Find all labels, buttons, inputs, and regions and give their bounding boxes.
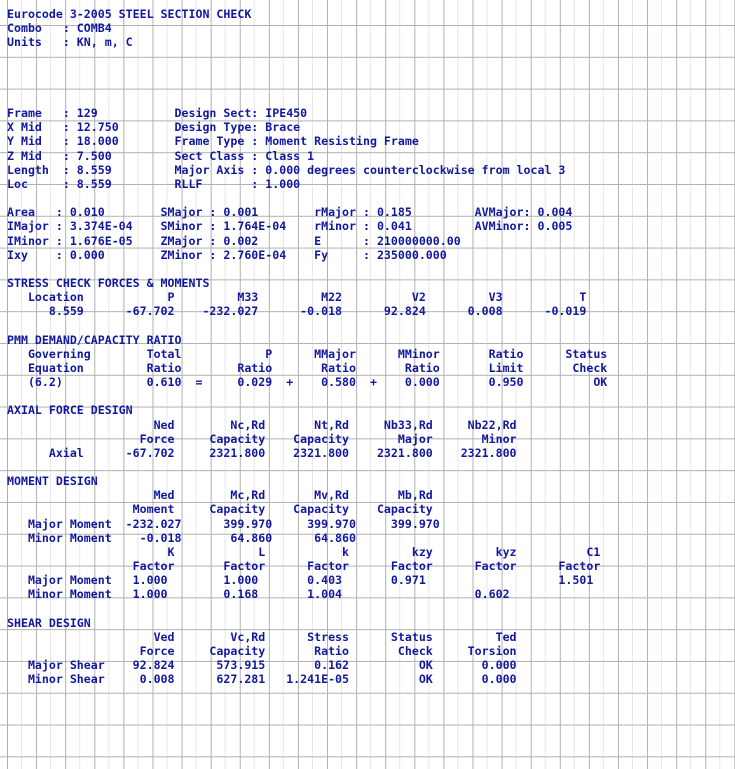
report-line: IMinor : 1.676E-05 ZMajor : 0.002 E : 21… — [7, 233, 461, 248]
report-line: Med Mc,Rd Mv,Rd Mb,Rd — [7, 488, 433, 503]
steel-design-report-sheet: Eurocode 3-2005 STEEL SECTION CHECK Combo… — [0, 0, 735, 769]
report-line — [7, 389, 735, 403]
report-line: Force Capacity Ratio Check Torsion — [7, 644, 517, 659]
report-line: Ned Nc,Rd Nt,Rd Nb33,Rd Nb22,Rd — [7, 417, 517, 432]
report-line — [7, 460, 735, 474]
report-line: Length : 8.559 Major Axis : 0.000 degree… — [7, 162, 566, 177]
report-line: STRESS CHECK FORCES & MOMENTS — [7, 275, 210, 290]
report-line: Axial -67.702 2321.800 2321.800 2321.800… — [7, 445, 517, 460]
report-line: IMajor : 3.374E-04 SMinor : 1.764E-04 rM… — [7, 219, 573, 234]
report-line — [7, 602, 735, 616]
report-line: Combo : COMB4 — [7, 21, 112, 36]
report-line — [7, 49, 735, 63]
report-line: Force Capacity Capacity Major Minor — [7, 431, 517, 446]
report-line: Location P M33 M22 V2 V3 T — [7, 290, 587, 305]
report-line: Ved Vc,Rd Stress Status Ted — [7, 629, 517, 644]
report-line: Minor Shear 0.008 627.281 1.241E-05 OK 0… — [7, 672, 517, 687]
report-line: Z Mid : 7.500 Sect Class : Class 1 — [7, 148, 315, 163]
report-line: X Mid : 12.750 Design Type: Brace — [7, 120, 301, 135]
report-line: K L k kzy kyz C1 — [7, 544, 601, 559]
report-line: Area : 0.010 SMajor : 0.001 rMajor : 0.1… — [7, 205, 573, 220]
report-line: Y Mid : 18.000 Frame Type : Moment Resis… — [7, 134, 419, 149]
report-line — [7, 262, 735, 276]
report-line: Major Moment 1.000 1.000 0.403 0.971 1.5… — [7, 573, 594, 588]
report-line: Major Moment -232.027 399.970 399.970 39… — [7, 516, 440, 531]
report-line: Eurocode 3-2005 STEEL SECTION CHECK — [7, 7, 252, 21]
report-line — [7, 191, 735, 205]
report-line — [7, 78, 735, 92]
report-line: Frame : 129 Design Sect: IPE450 — [7, 106, 308, 121]
report-text-body: Eurocode 3-2005 STEEL SECTION CHECK Combo… — [0, 0, 735, 687]
report-line: PMM DEMAND/CAPACITY RATIO — [7, 332, 182, 347]
report-line: Factor Factor Factor Factor Factor Facto… — [7, 559, 601, 574]
report-line — [7, 92, 735, 106]
report-line: Minor Moment -0.018 64.860 64.860 — [7, 530, 357, 545]
report-line: SHEAR DESIGN — [7, 615, 91, 630]
report-line: Minor Moment 1.000 0.168 1.004 0.602 — [7, 587, 510, 602]
report-line — [7, 318, 735, 332]
report-line: Ixy : 0.000 ZMinor : 2.760E-04 Fy : 2350… — [7, 247, 447, 262]
report-line: Units : KN, m, C — [7, 35, 133, 50]
report-line: Loc : 8.559 RLLF : 1.000 — [7, 176, 301, 191]
report-line: Major Shear 92.824 573.915 0.162 OK 0.00… — [7, 658, 517, 673]
report-line: (6.2) 0.610 = 0.029 + 0.580 + 0.000 0.95… — [7, 375, 608, 390]
report-line — [7, 64, 735, 78]
report-line: Governing Total P MMajor MMinor Ratio St… — [7, 346, 608, 361]
report-line: 8.559 -67.702 -232.027 -0.018 92.824 0.0… — [7, 304, 587, 319]
report-line: AXIAL FORCE DESIGN — [7, 403, 133, 418]
report-line: MOMENT DESIGN — [7, 474, 98, 489]
report-line: Moment Capacity Capacity Capacity — [7, 502, 433, 517]
report-line: Equation Ratio Ratio Ratio Ratio Limit C… — [7, 360, 608, 375]
